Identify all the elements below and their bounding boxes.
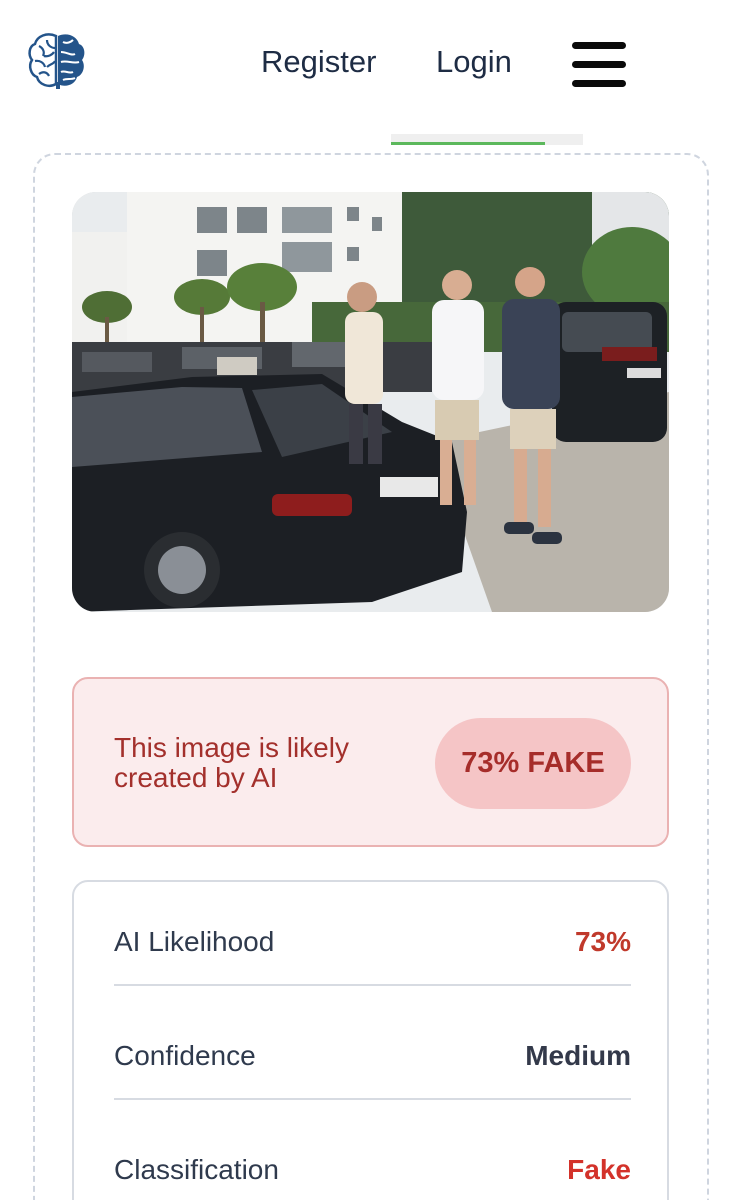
result-message: This image is likely created by AI bbox=[114, 732, 349, 793]
detail-value: 73% bbox=[574, 926, 631, 957]
detail-row-ai-likelihood: AI Likelihood 73% bbox=[114, 882, 631, 986]
detail-label: Classification bbox=[114, 1154, 279, 1185]
detail-value: Fake bbox=[567, 1154, 631, 1185]
hamburger-bar bbox=[572, 80, 626, 87]
hamburger-menu-icon[interactable] bbox=[572, 42, 626, 88]
photo-illustration bbox=[72, 192, 669, 612]
result-banner: This image is likely created by AI 73% F… bbox=[72, 677, 669, 847]
top-navigation: Register Login bbox=[0, 0, 741, 130]
detail-label: AI Likelihood bbox=[114, 926, 275, 957]
progress-bar-fill bbox=[391, 142, 545, 145]
detail-row-classification: Classification Fake bbox=[114, 1110, 631, 1200]
verdict-badge: 73% FAKE bbox=[435, 718, 631, 809]
detail-value: Medium bbox=[525, 1040, 631, 1071]
detail-row-confidence: Confidence Medium bbox=[114, 996, 631, 1100]
progress-bar bbox=[391, 134, 583, 145]
login-link[interactable]: Login bbox=[436, 44, 512, 80]
detail-label: Confidence bbox=[114, 1040, 256, 1071]
register-link[interactable]: Register bbox=[261, 44, 376, 80]
uploaded-photo bbox=[72, 192, 669, 612]
brain-logo-icon[interactable] bbox=[27, 30, 87, 92]
hamburger-bar bbox=[572, 61, 626, 68]
details-panel: AI Likelihood 73% Confidence Medium Clas… bbox=[72, 880, 669, 1200]
hamburger-bar bbox=[572, 42, 626, 49]
page: Register Login This image is likely crea… bbox=[0, 0, 741, 1200]
